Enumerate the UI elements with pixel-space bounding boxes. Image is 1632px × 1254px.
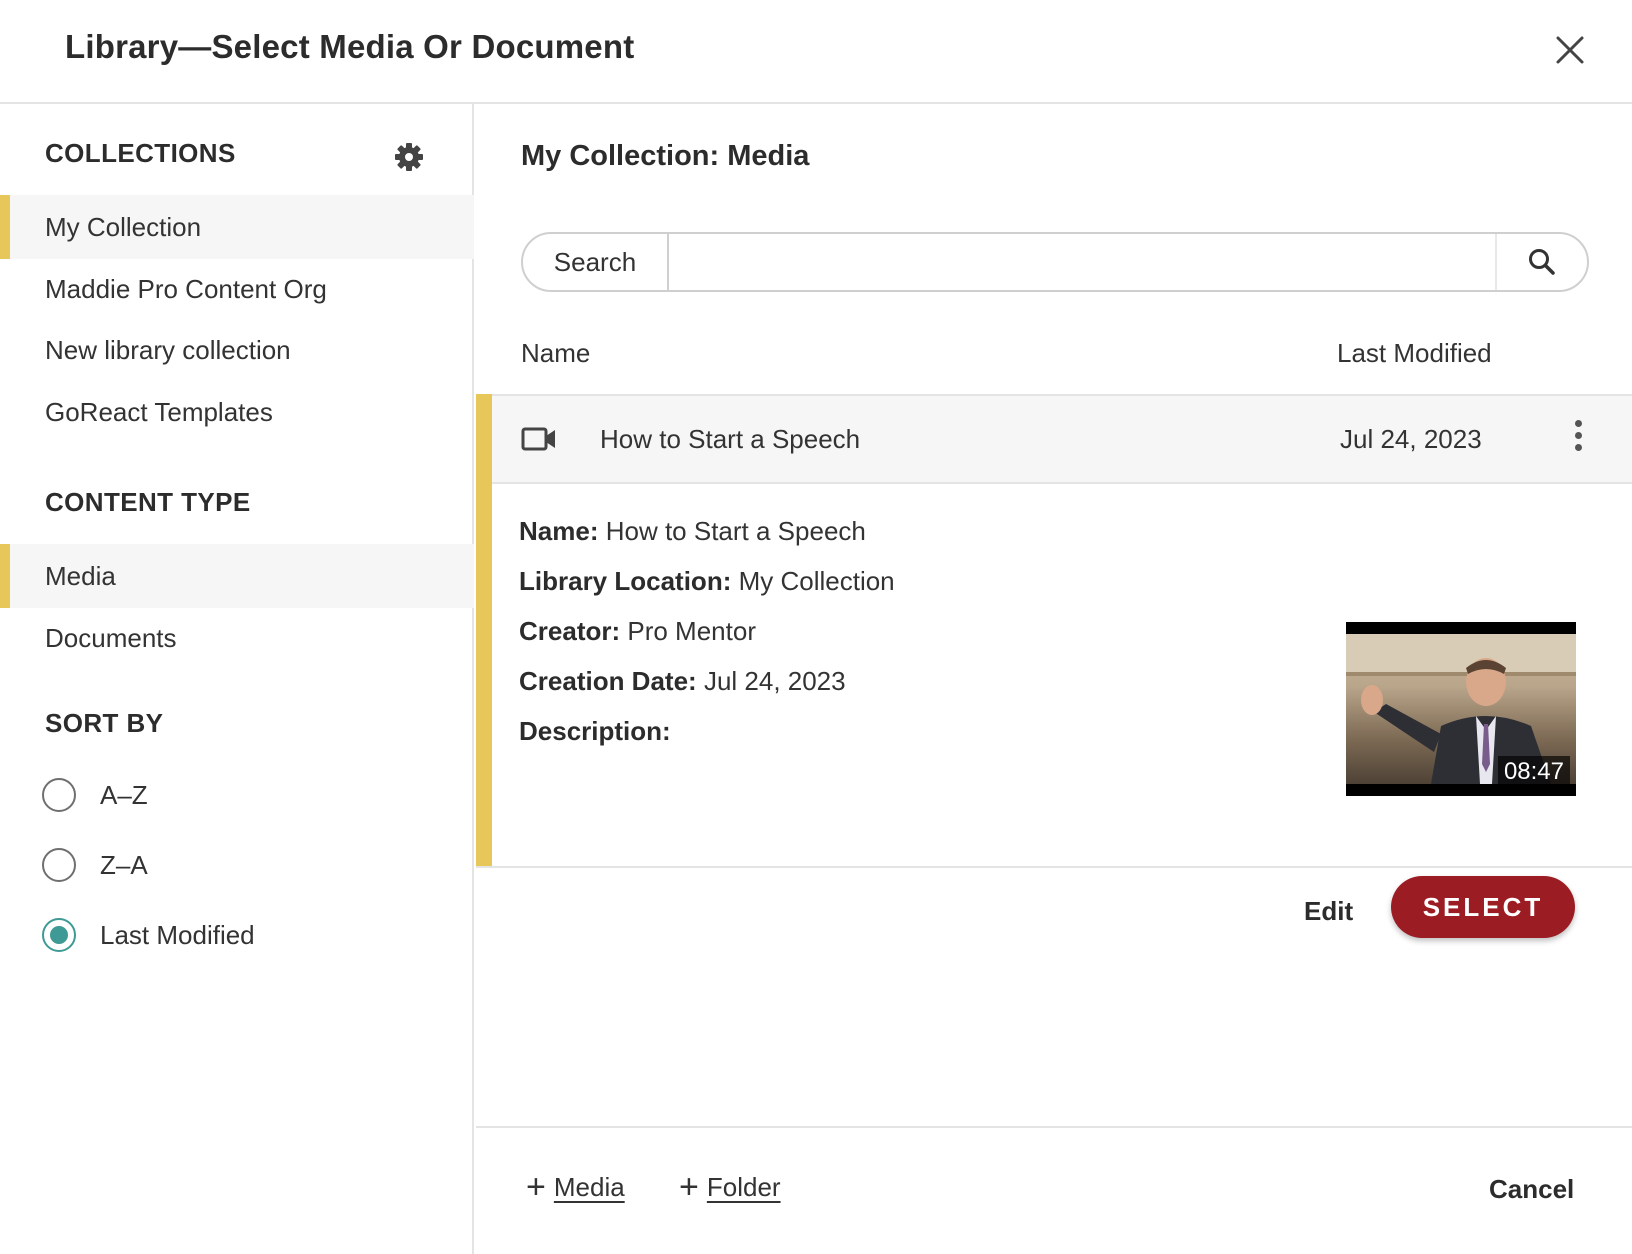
plus-icon: + xyxy=(526,1168,546,1206)
main-panel: My Collection: Media Search Name Last Mo… xyxy=(476,104,1632,1254)
collection-title: My Collection: Media xyxy=(521,140,810,172)
search-button[interactable] xyxy=(1495,234,1587,290)
column-header-name[interactable]: Name xyxy=(521,338,590,369)
detail-creator: Creator: Pro Mentor xyxy=(519,616,756,646)
search-input[interactable] xyxy=(671,234,1493,290)
dialog-header: Library—Select Media Or Document xyxy=(0,0,1632,104)
collections-heading: COLLECTIONS xyxy=(45,138,236,168)
content-type-media[interactable]: Media xyxy=(0,544,474,608)
video-camera-icon xyxy=(521,426,557,457)
sort-option-label: Last Modified xyxy=(100,919,255,950)
add-folder-label: Folder xyxy=(706,1171,781,1202)
search-label: Search xyxy=(523,234,669,290)
content-type-heading: CONTENT TYPE xyxy=(45,487,251,517)
collection-item-new-library-collection[interactable]: New library collection xyxy=(0,318,474,382)
dialog-title: Library—Select Media Or Document xyxy=(65,28,635,65)
detail-library-location: Library Location: My Collection xyxy=(519,566,895,596)
radio-z-a[interactable] xyxy=(42,848,76,882)
table-row[interactable]: How to Start a Speech Jul 24, 2023 xyxy=(476,394,1632,484)
add-folder-button[interactable]: + Folder xyxy=(679,1170,781,1204)
sort-option-a-z[interactable]: A–Z xyxy=(42,775,148,815)
add-media-label: Media xyxy=(553,1171,625,1202)
column-header-last-modified[interactable]: Last Modified xyxy=(1337,338,1492,369)
plus-icon: + xyxy=(679,1168,699,1206)
content-type-documents[interactable]: Documents xyxy=(0,606,474,670)
collection-item-goreact-templates[interactable]: GoReact Templates xyxy=(0,380,474,444)
sort-option-last-modified[interactable]: Last Modified xyxy=(42,915,255,955)
video-duration: 08:47 xyxy=(1497,756,1570,788)
detail-creation-date: Creation Date: Jul 24, 2023 xyxy=(519,666,846,696)
sort-by-heading: SORT BY xyxy=(45,708,164,738)
radio-a-z[interactable] xyxy=(42,778,76,812)
cancel-button[interactable]: Cancel xyxy=(1489,1174,1574,1205)
sort-option-label: A–Z xyxy=(100,779,148,810)
close-icon xyxy=(1556,36,1584,64)
dialog-footer: + Media + Folder Cancel xyxy=(476,1126,1632,1254)
radio-last-modified[interactable] xyxy=(42,918,76,952)
search-bar: Search xyxy=(521,232,1589,292)
sort-option-z-a[interactable]: Z–A xyxy=(42,845,148,885)
video-thumbnail[interactable]: 08:47 xyxy=(1346,622,1576,796)
detail-name: Name: How to Start a Speech xyxy=(519,516,866,546)
close-button[interactable] xyxy=(1548,28,1592,72)
item-last-modified: Jul 24, 2023 xyxy=(1340,424,1482,454)
add-media-button[interactable]: + Media xyxy=(526,1170,625,1204)
item-name: How to Start a Speech xyxy=(600,424,861,454)
collection-item-maddie-pro-content-org[interactable]: Maddie Pro Content Org xyxy=(0,257,474,321)
sort-option-label: Z–A xyxy=(100,849,148,880)
more-options-icon[interactable] xyxy=(1568,420,1588,460)
detail-description: Description: xyxy=(519,716,671,746)
sidebar: COLLECTIONS My Collection Maddie Pro Con… xyxy=(0,104,474,1254)
library-dialog: Library—Select Media Or Document COLLECT… xyxy=(0,0,1632,1254)
select-button[interactable]: SELECT xyxy=(1391,876,1575,938)
item-details: Name: How to Start a Speech Library Loca… xyxy=(476,484,1632,938)
collections-settings-button[interactable] xyxy=(393,141,425,173)
gear-icon xyxy=(395,143,423,171)
edit-button[interactable]: Edit xyxy=(1304,896,1353,927)
search-icon xyxy=(1529,249,1555,275)
collection-item-my-collection[interactable]: My Collection xyxy=(0,195,474,259)
